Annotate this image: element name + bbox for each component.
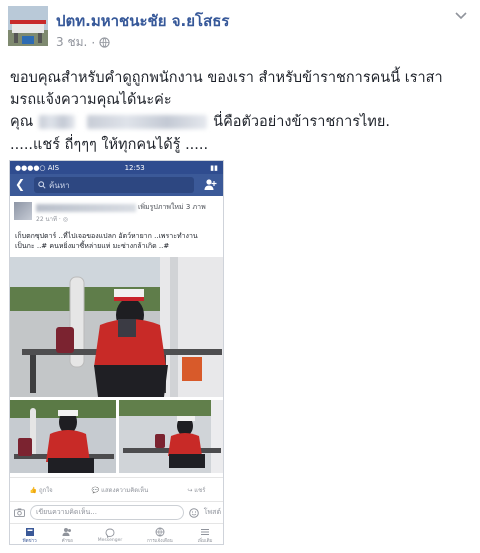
- post-text-line-3: คุณ นี่คือตัวอย่างข้าราชการไทย.: [10, 110, 390, 133]
- clock: 12:53: [124, 163, 145, 172]
- battery-icon: ▮▮: [210, 163, 218, 172]
- tab-notifications: การแจ้งเตือน: [147, 527, 173, 544]
- post-text-line-1: ขอบคุณสำหรับคำดูถูกพนักงาน ของเรา สำหรับ…: [10, 70, 443, 86]
- phone-status-bar: ●●●●○ AIS 12:53 ▮▮: [10, 161, 223, 174]
- post-text-line-4: .....แชร์ ถี่ๆๆๆ ให้ทุกคนได้รู้ .....: [10, 137, 209, 153]
- caption-line-2: เป็นกะ ..# คนหยิ่งมาซี้หล่ายแห่ มะซ่างกล…: [15, 242, 170, 250]
- messenger-icon: [105, 528, 115, 538]
- tab-more: เพิ่มเติม: [198, 527, 213, 544]
- globe-notifications-icon: [155, 527, 165, 536]
- phone-post-header: เพิ่มรูปภาพใหม่ 3 ภาพ 22 นาที · ◎: [14, 200, 219, 228]
- camera-icon: [14, 508, 25, 517]
- phone-post-time: 22 นาที · ◎: [36, 216, 68, 223]
- post-text-line-2: มรถแจ้งความคุณได้นะค่ะ: [10, 92, 172, 108]
- chevron-down-icon[interactable]: [454, 8, 468, 22]
- post-card: ปตท.มหาชนะชัย จ.ยโสธร 3 ชม. · ขอบคุณสำหร…: [0, 0, 480, 553]
- tab-label: ฟีดข่าว: [22, 538, 37, 544]
- phone-nav-bar: ❮ ค้นหา: [10, 174, 223, 196]
- tab-label: การแจ้งเตือน: [147, 538, 173, 544]
- tab-news-feed: ฟีดข่าว: [22, 527, 37, 544]
- line3-prefix: คุณ: [10, 114, 34, 130]
- friends-icon: [62, 527, 72, 536]
- comment-action: 💬 แสดงความคิดเห็น: [91, 486, 149, 494]
- tab-label: คำขอ: [61, 538, 73, 544]
- phone-post-button: โพสต์: [203, 508, 221, 516]
- like-action: 👍 ถูกใจ: [29, 486, 53, 494]
- phone-post-title: เพิ่มรูปภาพใหม่ 3 ภาพ: [138, 203, 206, 211]
- blurred-surname: [87, 115, 208, 129]
- blurred-name: [39, 115, 76, 129]
- page-name[interactable]: ปตท.มหาชนะชัย จ.ยโสธร: [56, 9, 229, 33]
- post-meta: 3 ชม. ·: [56, 33, 110, 52]
- share-action: ↪ แชร์: [187, 486, 206, 494]
- attached-screenshot[interactable]: ●●●●○ AIS 12:53 ▮▮ ❮ ค้นหา เพิ่มรูปภาพให…: [9, 160, 224, 545]
- search-placeholder: ค้นหา: [49, 180, 70, 190]
- like-label: ถูกใจ: [38, 486, 53, 494]
- back-arrow-icon: ❮: [15, 177, 26, 191]
- line3-suffix: นี่คือตัวอย่างข้าราชการไทย.: [213, 114, 390, 130]
- page-avatar[interactable]: [8, 6, 48, 46]
- meta-separator: ·: [91, 35, 96, 50]
- carrier: ●●●●○ AIS: [15, 163, 60, 172]
- search-icon: [38, 181, 46, 189]
- news-feed-icon: [25, 527, 34, 536]
- globe-icon[interactable]: [99, 37, 110, 48]
- phone-comment-bar: เขียนความคิดเห็น... โพสต์: [10, 501, 223, 523]
- smiley-icon: [188, 507, 199, 518]
- phone-action-bar: 👍 ถูกใจ 💬 แสดงความคิดเห็น ↪ แชร์: [10, 477, 223, 501]
- tab-requests: คำขอ: [62, 527, 73, 544]
- phone-search-box: ค้นหา: [34, 177, 194, 193]
- blurred-poster-name: [36, 204, 136, 212]
- main-photo: [10, 257, 223, 397]
- friend-requests-icon: [204, 179, 217, 190]
- tab-label: Messenger: [97, 537, 123, 543]
- post-time[interactable]: 3 ชม.: [56, 33, 87, 52]
- phone-comment-input: เขียนความคิดเห็น...: [30, 505, 184, 520]
- phone-post-caption: เก็บตกซุปตาร์ ..ที่ไปเจอของแปลก อัตว์หาย…: [15, 231, 198, 251]
- share-label: แชร์: [194, 486, 206, 494]
- phone-tab-bar: ฟีดข่าว คำขอ Messenger การแจ้งเตือน เพิ่…: [10, 523, 223, 544]
- photo-3: [119, 400, 223, 473]
- comment-label: แสดงความคิดเห็น: [101, 486, 149, 494]
- tab-label: เพิ่มเติม: [197, 538, 213, 544]
- photo-2: [10, 400, 116, 473]
- tab-messenger: Messenger: [98, 528, 122, 543]
- comment-placeholder: เขียนความคิดเห็น...: [36, 508, 97, 516]
- poster-avatar: [14, 202, 32, 220]
- menu-icon: [201, 528, 210, 535]
- caption-line-1: เก็บตกซุปตาร์ ..ที่ไปเจอของแปลก อัตว์หาย…: [15, 232, 198, 240]
